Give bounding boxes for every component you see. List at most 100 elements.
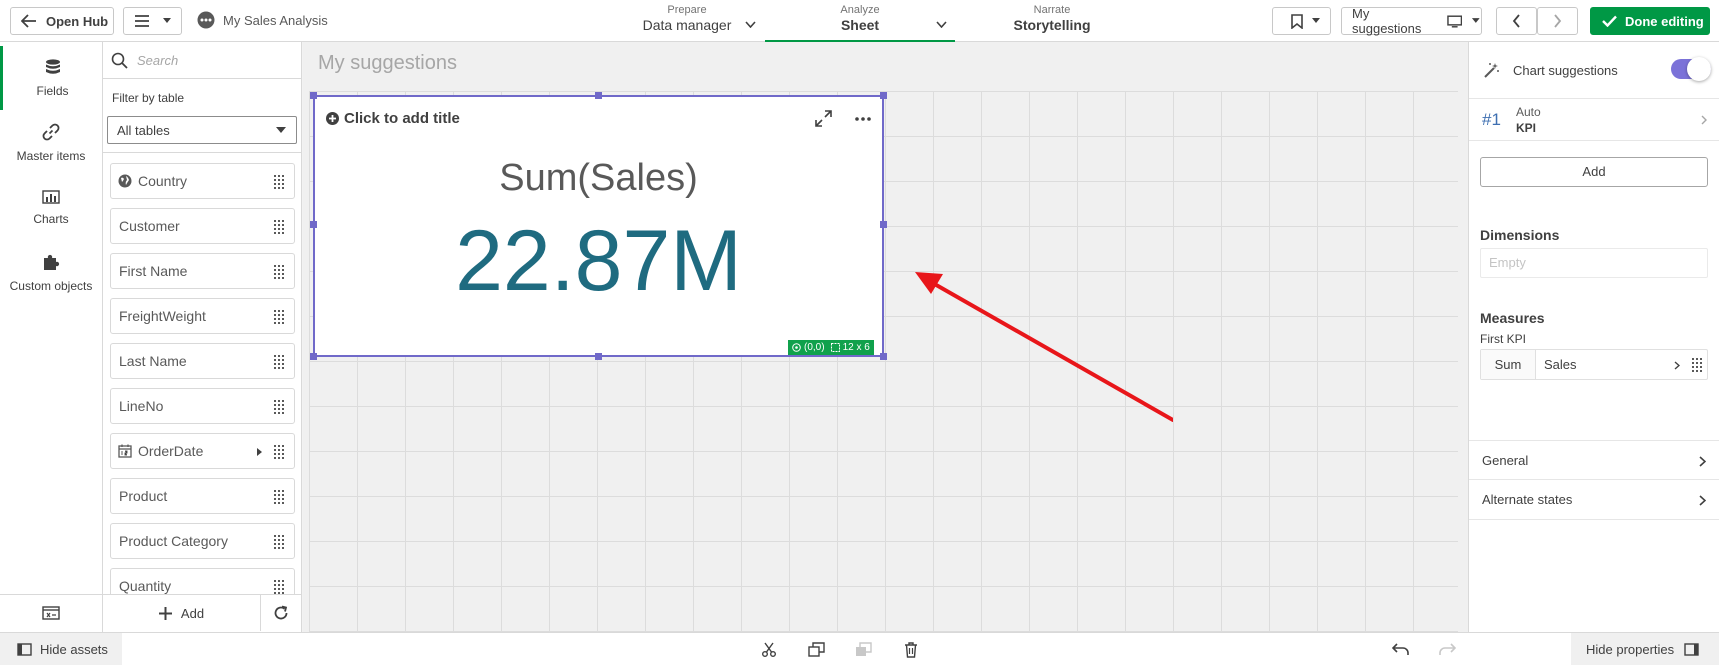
search-placeholder: Search (137, 52, 179, 68)
field-item[interactable]: Quantity (110, 568, 295, 594)
sheet-title[interactable]: My suggestions (318, 52, 457, 75)
rail-item-charts-label: Charts (33, 212, 69, 226)
section-general-label: General (1482, 453, 1529, 468)
field-item[interactable]: Last Name (110, 343, 295, 379)
resize-handle[interactable] (595, 353, 602, 360)
resize-handle[interactable] (880, 92, 887, 99)
tab-narrate[interactable]: Narrate Storytelling (977, 0, 1127, 40)
plus-icon (158, 606, 172, 620)
resize-handle[interactable] (310, 92, 317, 99)
paste-icon[interactable] (855, 642, 872, 657)
resize-handle[interactable] (880, 353, 887, 360)
navigation-menu-button[interactable] (123, 7, 182, 35)
top-toolbar: Open Hub My Sales Analysis Prepare Data … (0, 0, 1719, 42)
field-item[interactable]: First Name (110, 253, 295, 289)
measures-heading: Measures (1480, 310, 1545, 326)
rail-item-charts[interactable]: Charts (0, 176, 102, 240)
app-info[interactable]: My Sales Analysis (197, 11, 328, 29)
undo-icon[interactable] (1392, 643, 1409, 656)
dimensions-heading: Dimensions (1480, 227, 1560, 243)
kpi-object[interactable]: Click to add title Sum(Sales) 22.87M (0,… (310, 92, 887, 360)
chevron-right-icon (1554, 14, 1562, 28)
field-item[interactable]: Customer (110, 208, 295, 244)
cut-icon[interactable] (761, 642, 777, 658)
previous-sheet-button[interactable] (1496, 7, 1537, 35)
redo-icon[interactable] (1439, 643, 1456, 656)
chevron-right-icon (1699, 456, 1706, 467)
suggestion-rank: #1 (1482, 110, 1501, 129)
annotation-arrow (915, 272, 1173, 422)
rail-item-custom-objects[interactable]: Custom objects (0, 241, 102, 305)
rail-item-master-items[interactable]: Master items (0, 111, 102, 175)
more-options-icon[interactable] (855, 117, 871, 121)
resize-handle[interactable] (310, 221, 317, 228)
chart-suggestions-toggle[interactable] (1671, 57, 1711, 81)
done-editing-button[interactable]: Done editing (1590, 7, 1710, 35)
open-hub-button[interactable]: Open Hub (10, 7, 114, 35)
drag-handle-icon (274, 355, 284, 369)
field-item[interactable]: LineNo (110, 388, 295, 424)
expand-icon[interactable] (815, 110, 832, 127)
field-label: First Name (119, 263, 188, 279)
resize-handle[interactable] (595, 92, 602, 99)
grid-position-badge: (0,0) 12 x 6 (788, 340, 874, 355)
assets-rail: Fields Master items Charts Custom object… (0, 42, 103, 632)
resize-handle[interactable] (310, 353, 317, 360)
drag-handle-icon (274, 310, 284, 324)
field-item[interactable]: Country (110, 163, 295, 199)
resize-handle[interactable] (880, 221, 887, 228)
position-value: (0,0) (804, 342, 825, 353)
add-field-button[interactable]: Add (103, 594, 261, 631)
add-title-button[interactable]: Click to add title (326, 110, 460, 127)
caret-right-icon (257, 448, 262, 456)
rail-item-fields[interactable]: Fields (0, 46, 102, 110)
rail-item-master-items-label: Master items (16, 149, 86, 163)
checkmark-icon (1602, 15, 1617, 27)
field-item[interactable]: Product (110, 478, 295, 514)
drag-handle-icon (274, 175, 284, 189)
panel-left-icon (17, 642, 32, 656)
tab-analyze[interactable]: Analyze Sheet (765, 0, 955, 42)
monitor-icon (1447, 14, 1463, 28)
my-suggestions-dropdown[interactable]: My suggestions (1341, 6, 1482, 36)
field-item[interactable]: OrderDate (110, 433, 295, 469)
field-search[interactable]: Search (103, 42, 301, 79)
table-filter-select[interactable]: All tables (107, 116, 297, 144)
section-alternate-states[interactable]: Alternate states (1469, 480, 1719, 520)
field-item[interactable]: Product Category (110, 523, 295, 559)
section-general[interactable]: General (1469, 440, 1719, 480)
plus-circle-icon (326, 112, 339, 125)
hide-assets-button[interactable]: Hide assets (0, 633, 122, 665)
hide-properties-button[interactable]: Hide properties (1571, 633, 1719, 665)
hamburger-menu-icon (135, 15, 149, 27)
size-icon (830, 343, 840, 352)
delete-icon[interactable] (904, 642, 918, 658)
chevron-down-icon (936, 21, 947, 28)
dimensions-empty-slot[interactable]: Empty (1480, 248, 1708, 278)
copy-icon[interactable] (808, 642, 825, 657)
measure-row[interactable]: Sum Sales (1480, 349, 1708, 380)
magic-wand-icon (1484, 62, 1499, 78)
section-alternate-states-label: Alternate states (1482, 492, 1573, 507)
measure-field-label: Sales (1544, 357, 1577, 372)
next-sheet-button[interactable] (1537, 7, 1578, 35)
chevron-left-icon (1512, 14, 1520, 28)
tab-prepare[interactable]: Prepare Data manager (612, 0, 762, 40)
drag-handle-icon (274, 535, 284, 549)
suggestion-mode: Auto (1516, 105, 1541, 119)
refresh-icon (274, 605, 288, 620)
arrow-left-icon (21, 14, 36, 28)
variables-button[interactable] (0, 594, 102, 631)
properties-panel: Chart suggestions #1 Auto KPI Add Dimens… (1468, 42, 1719, 632)
bookmark-button[interactable] (1272, 7, 1331, 35)
drag-handle-icon (274, 580, 284, 594)
database-icon (45, 59, 60, 74)
reload-button[interactable] (261, 594, 301, 631)
field-label: Last Name (119, 353, 187, 369)
target-icon (792, 343, 801, 352)
suggestion-item[interactable]: #1 Auto KPI (1469, 99, 1719, 141)
field-item[interactable]: FreightWeight (110, 298, 295, 334)
aggregation-label[interactable]: Sum (1481, 350, 1536, 379)
add-suggestion-button[interactable]: Add (1480, 157, 1708, 187)
filter-label: Filter by table (112, 91, 185, 105)
